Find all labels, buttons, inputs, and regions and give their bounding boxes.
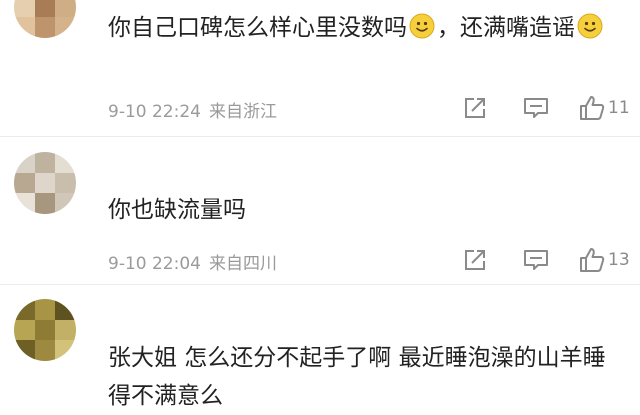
avatar-mosaic-cell (55, 17, 76, 38)
comment-meta: 9-10 22:24 来自浙江 (108, 97, 277, 122)
avatar-mosaic-cell (34, 17, 56, 38)
avatar-mosaic-cell (34, 193, 56, 214)
thumbs-up-icon (580, 248, 605, 272)
comment-icon (524, 250, 548, 270)
share-icon (465, 98, 485, 118)
like-count: 11 (608, 98, 630, 118)
avatar-mosaic-cell (55, 340, 76, 361)
avatar-mosaic-cell (55, 152, 76, 173)
avatar-image (14, 152, 76, 214)
comment-2: 你也缺流量吗 9-10 22:04 来自四川 13 (0, 137, 640, 283)
comment-location: 来自浙江 (208, 102, 277, 122)
comment-text: 你自己口碑怎么样心里没数吗 ，还满嘴造谣 (108, 9, 628, 47)
like-button[interactable]: 13 (578, 245, 630, 275)
comment-date: 9-10 22:04 (108, 254, 201, 274)
avatar-mosaic-cell (14, 193, 35, 214)
avatar-mosaic-cell (34, 319, 56, 341)
avatar[interactable] (14, 299, 76, 361)
comment-text: 张大姐 怎么还分不起手了啊 最近睡泡澡的山羊睡得不满意么 (108, 345, 606, 409)
avatar-mosaic-cell (14, 319, 35, 341)
avatar-mosaic-cell (14, 0, 35, 18)
share-icon (465, 250, 485, 270)
avatar-mosaic-cell (14, 152, 35, 173)
thumbs-up-icon (580, 96, 605, 120)
avatar[interactable] (14, 0, 76, 38)
avatar-image (14, 299, 76, 361)
avatar-mosaic-cell (55, 172, 76, 194)
smiley-emoji-icon (577, 13, 603, 39)
comment-actions: 13 (462, 245, 640, 275)
comment-text-part: 你自己口碑怎么样心里没数吗 (108, 15, 407, 41)
comment-button[interactable] (522, 93, 550, 123)
comment-actions: 11 (462, 93, 640, 123)
avatar-mosaic-cell (55, 193, 76, 214)
avatar-mosaic-cell (14, 172, 35, 194)
avatar-mosaic-cell (34, 172, 56, 194)
comment-1: 你自己口碑怎么样心里没数吗 ，还满嘴造谣 9-10 22:24 来自浙江 11 (0, 0, 640, 136)
share-button[interactable] (462, 245, 488, 275)
like-button[interactable]: 11 (578, 93, 630, 123)
avatar-mosaic-cell (14, 17, 35, 38)
avatar-mosaic-cell (55, 319, 76, 341)
avatar-mosaic-cell (55, 0, 76, 18)
avatar-mosaic-cell (14, 340, 35, 361)
comment-location: 来自四川 (208, 254, 277, 274)
share-button[interactable] (462, 93, 488, 123)
avatar-mosaic-cell (34, 152, 56, 173)
avatar-mosaic-cell (34, 340, 56, 361)
avatar-mosaic-cell (55, 299, 76, 320)
avatar-mosaic-cell (14, 299, 35, 320)
avatar-mosaic-cell (34, 0, 56, 18)
comment-meta: 9-10 22:04 来自四川 (108, 249, 277, 274)
comment-text-part: ，还满嘴造谣 (437, 15, 575, 41)
like-count: 13 (608, 250, 630, 270)
smiley-emoji-icon (409, 13, 435, 39)
comment-3: 张大姐 怎么还分不起手了啊 最近睡泡澡的山羊睡得不满意么 (0, 285, 640, 413)
comment-text: 你也缺流量吗 (108, 197, 246, 223)
avatar-mosaic-cell (34, 299, 56, 320)
comment-icon (524, 98, 548, 118)
avatar-image (14, 0, 76, 38)
comment-button[interactable] (522, 245, 550, 275)
comment-date: 9-10 22:24 (108, 102, 201, 122)
avatar[interactable] (14, 152, 76, 214)
